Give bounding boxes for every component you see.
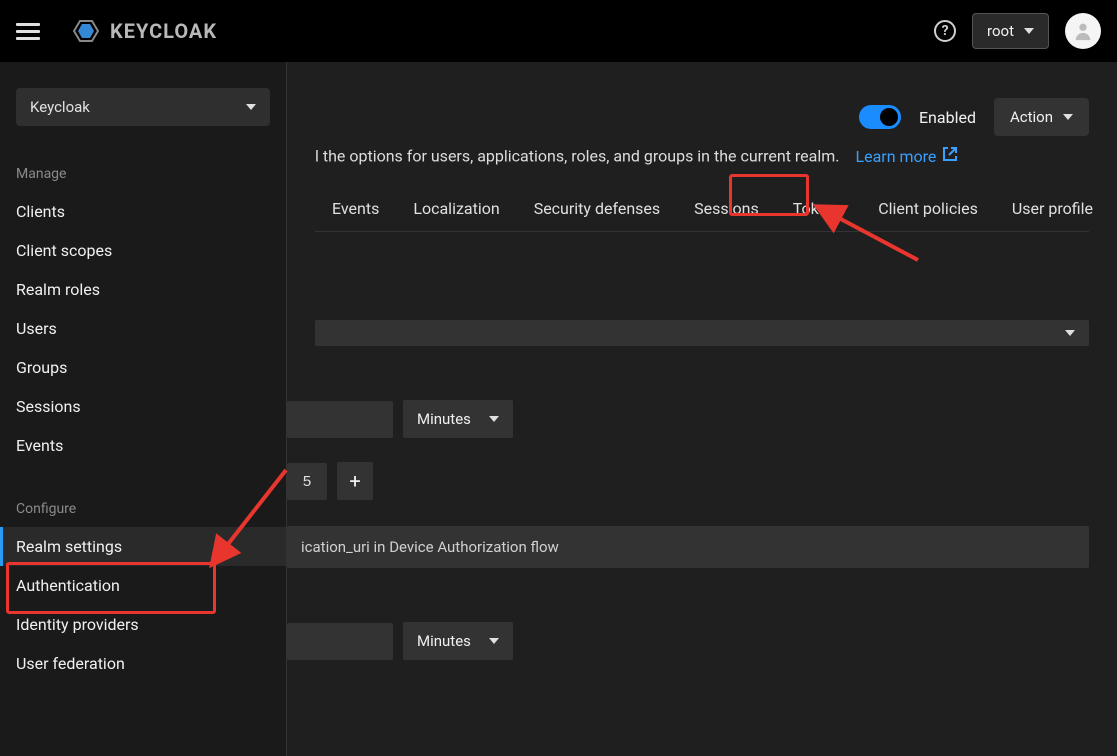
unit-label: Minutes (417, 410, 471, 428)
algorithm-select[interactable] (315, 320, 1089, 346)
hamburger-menu-icon[interactable] (16, 19, 40, 43)
user-label: root (987, 22, 1014, 40)
sidebar-item-groups[interactable]: Groups (0, 348, 286, 387)
tab-tokens[interactable]: Tokens (776, 186, 861, 231)
sidebar-item-user-federation[interactable]: User federation (0, 644, 286, 683)
tab-sessions[interactable]: Sessions (677, 186, 776, 231)
sidebar-item-users[interactable]: Users (0, 309, 286, 348)
action-label: Action (1010, 108, 1053, 126)
enabled-toggle[interactable] (859, 105, 901, 129)
section-label-manage: Manage (0, 156, 286, 192)
duration-input-1[interactable] (287, 401, 393, 438)
duration-input-2[interactable] (287, 623, 393, 660)
chevron-down-icon (246, 104, 256, 110)
avatar[interactable] (1065, 13, 1101, 49)
logo: KEYCLOAK (68, 13, 217, 49)
realm-selector[interactable]: Keycloak (16, 88, 270, 126)
sidebar-item-client-scopes[interactable]: Client scopes (0, 231, 286, 270)
tab-client-policies[interactable]: Client policies (861, 186, 995, 231)
learn-more-link[interactable]: Learn more (855, 146, 958, 166)
logo-icon (68, 13, 104, 49)
tab-localization[interactable]: Localization (396, 186, 516, 231)
logo-text: KEYCLOAK (110, 19, 217, 43)
tab-security-defenses[interactable]: Security defenses (517, 186, 677, 231)
chevron-down-icon (489, 638, 499, 644)
sidebar-item-realm-settings[interactable]: Realm settings (0, 527, 286, 566)
increment-button[interactable]: + (337, 462, 373, 500)
chevron-down-icon (1024, 28, 1034, 34)
tabs: Events Localization Security defenses Se… (315, 186, 1089, 232)
top-bar: KEYCLOAK ? root (0, 0, 1117, 62)
tabs-scroll-right[interactable] (1110, 191, 1117, 226)
tab-events[interactable]: Events (315, 186, 396, 231)
person-icon (1072, 20, 1094, 42)
tab-user-profile[interactable]: User profile (995, 186, 1110, 231)
sidebar: Keycloak Manage Clients Client scopes Re… (0, 62, 287, 756)
page-description: l the options for users, applications, r… (315, 147, 840, 166)
unit-select-1[interactable]: Minutes (403, 400, 513, 438)
tokens-form: Minutes + ication_uri in Device Authoriz… (287, 232, 1117, 712)
action-dropdown[interactable]: Action (994, 98, 1089, 136)
unit-select-2[interactable]: Minutes (403, 622, 513, 660)
sidebar-item-realm-roles[interactable]: Realm roles (0, 270, 286, 309)
user-dropdown[interactable]: root (972, 13, 1049, 49)
section-label-configure: Configure (0, 491, 286, 527)
sidebar-item-authentication[interactable]: Authentication (0, 566, 286, 605)
chevron-down-icon (1063, 114, 1073, 120)
help-icon[interactable]: ? (934, 20, 956, 42)
realm-selector-value: Keycloak (30, 98, 90, 116)
sidebar-item-clients[interactable]: Clients (0, 192, 286, 231)
sidebar-item-events[interactable]: Events (0, 426, 286, 465)
chevron-down-icon (489, 416, 499, 422)
sidebar-item-sessions[interactable]: Sessions (0, 387, 286, 426)
enabled-label: Enabled (919, 108, 976, 127)
sidebar-item-identity-providers[interactable]: Identity providers (0, 605, 286, 644)
verification-uri-input[interactable]: ication_uri in Device Authorization flow (287, 526, 1089, 568)
chevron-down-icon (1065, 330, 1075, 336)
external-link-icon (942, 146, 958, 166)
unit-label: Minutes (417, 632, 471, 650)
main-content: Enabled Action l the options for users, … (287, 62, 1117, 756)
interval-input[interactable] (287, 463, 327, 500)
